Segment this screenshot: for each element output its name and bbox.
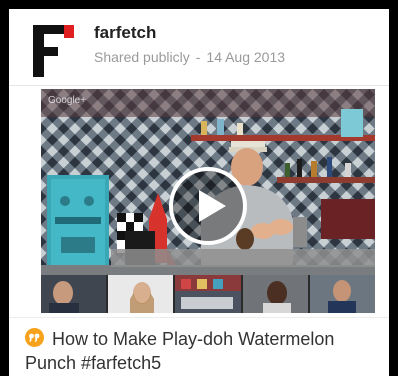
meta-separator: - (195, 49, 201, 65)
participant-thumbnail[interactable] (309, 275, 375, 313)
divider (9, 85, 389, 86)
post-header: farfetch Shared publicly -14 Aug 2013 (9, 9, 389, 85)
participant-strip (41, 275, 375, 313)
author-name[interactable]: farfetch (94, 23, 156, 43)
participant-thumbnail[interactable] (175, 275, 241, 313)
farfetch-f-logo-icon[interactable] (33, 25, 77, 77)
participant-thumbnail[interactable] (41, 275, 107, 313)
video-thumbnail[interactable]: Google+ (41, 89, 375, 313)
post-card: farfetch Shared publicly -14 Aug 2013 Go… (9, 9, 389, 376)
google-plus-watermark: Google+ (48, 95, 87, 106)
participant-thumbnail[interactable] (242, 275, 308, 313)
post-meta: Shared publicly -14 Aug 2013 (94, 49, 285, 65)
participant-thumbnail[interactable] (108, 275, 174, 313)
visibility-label[interactable]: Shared publicly (94, 49, 190, 65)
quote-icon (25, 328, 44, 347)
play-icon[interactable] (168, 166, 248, 246)
caption-text[interactable]: How to Make Play-doh Watermelon Punch #f… (25, 329, 334, 373)
post-caption: How to Make Play-doh Watermelon Punch #f… (25, 327, 375, 375)
post-date[interactable]: 14 Aug 2013 (206, 49, 285, 65)
divider (9, 317, 389, 318)
